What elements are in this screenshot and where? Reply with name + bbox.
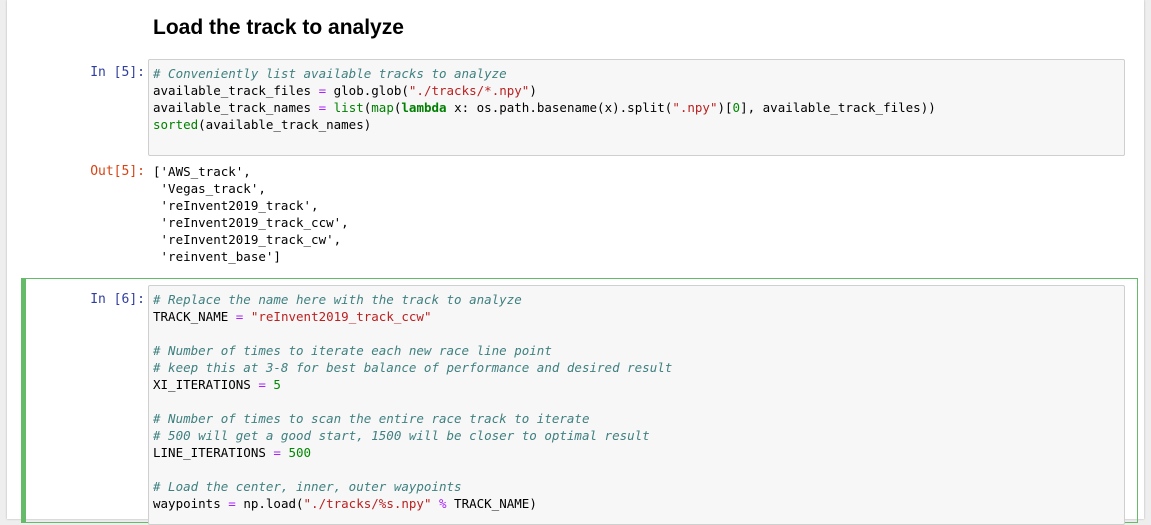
code-token: # keep this at 3-8 for best balance of p… [153,360,673,375]
code-token: = [318,100,327,115]
output-area-5: ['AWS_track', 'Vegas_track', 'reInvent20… [153,163,349,265]
code-line: # Load the center, inner, outer waypoint… [153,478,1120,495]
code-line: TRACK_NAME = "reInvent2019_track_ccw" [153,308,1120,325]
code-token: lambda [401,100,447,115]
code-token: 500 [288,445,312,460]
code-token: = [258,377,266,392]
code-token: # 500 will get a good start, 1500 will b… [153,428,650,443]
code-token: ) [529,83,537,98]
code-line: LINE_ITERATIONS = 500 [153,444,1120,461]
out-prompt-5: Out[5]: [90,164,145,179]
code-token: available_track_files [153,83,319,98]
code-token: = [273,445,281,460]
code-token: (available_track_names) [198,117,372,132]
selected-cell-indicator [21,278,26,523]
code-token: ], available_track_files)) [740,100,936,115]
code-line: # keep this at 3-8 for best balance of p… [153,359,1120,376]
code-token: = [318,83,327,98]
code-token: sorted [153,117,199,132]
code-cell-5[interactable]: # Conveniently list available tracks to … [148,59,1125,156]
code-token: TRACK_NAME [153,309,236,324]
code-line: # Number of times to iterate each new ra… [153,342,1120,359]
code-token: # Replace the name here with the track t… [153,292,522,307]
code-token: XI_ITERATIONS [153,377,259,392]
code-token: "./tracks/*.npy" [408,83,530,98]
code-line: # Number of times to scan the entire rac… [153,410,1120,427]
code-token: % [439,496,447,511]
code-token: x: os.path.basename(x).split( [446,100,673,115]
code-token: # Number of times to scan the entire rac… [153,411,590,426]
code-token: waypoints [153,496,229,511]
code-token: "reInvent2019_track_ccw" [250,309,432,324]
code-line: sorted(available_track_names) [153,116,1120,133]
section-heading: Load the track to analyze [153,16,404,39]
code-line: # Conveniently list available tracks to … [153,65,1120,82]
code-line: # 500 will get a good start, 1500 will b… [153,427,1120,444]
code-token: 0 [732,100,741,115]
code-line: # Replace the name here with the track t… [153,291,1120,308]
code-line: XI_ITERATIONS = 5 [153,376,1120,393]
output-text-5: ['AWS_track', 'Vegas_track', 'reInvent20… [153,164,349,264]
code-token: available_track_names [153,100,319,115]
code-token: # Number of times to iterate each new ra… [153,343,552,358]
code-token: map [371,100,394,115]
code-token: 5 [273,377,281,392]
code-token: )[ [717,100,733,115]
code-editor-5[interactable]: # Conveniently list available tracks to … [153,65,1120,133]
code-token: "./tracks/%s.npy" [303,496,432,511]
code-token: ".npy" [672,100,718,115]
code-token: = [228,496,236,511]
code-cell-6[interactable]: # Replace the name here with the track t… [148,285,1125,525]
code-line: available_track_files = glob.glob("./tra… [153,82,1120,99]
notebook-page: Load the track to analyze In [5]: # Conv… [7,0,1144,525]
code-editor-6[interactable]: # Replace the name here with the track t… [153,291,1120,512]
code-line: waypoints = np.load("./tracks/%s.npy" % … [153,495,1120,512]
in-prompt-6: In [6]: [90,292,145,307]
code-token: LINE_ITERATIONS [153,445,274,460]
in-prompt-5: In [5]: [90,65,145,80]
code-token: TRACK_NAME) [446,496,537,511]
code-token: glob.glob( [326,83,409,98]
code-line: available_track_names = list(map(lambda … [153,99,1120,116]
code-token: # Load the center, inner, outer waypoint… [153,479,462,494]
code-token: # Conveniently list available tracks to … [153,66,507,81]
code-token: list [333,100,364,115]
code-token: np.load( [235,496,304,511]
